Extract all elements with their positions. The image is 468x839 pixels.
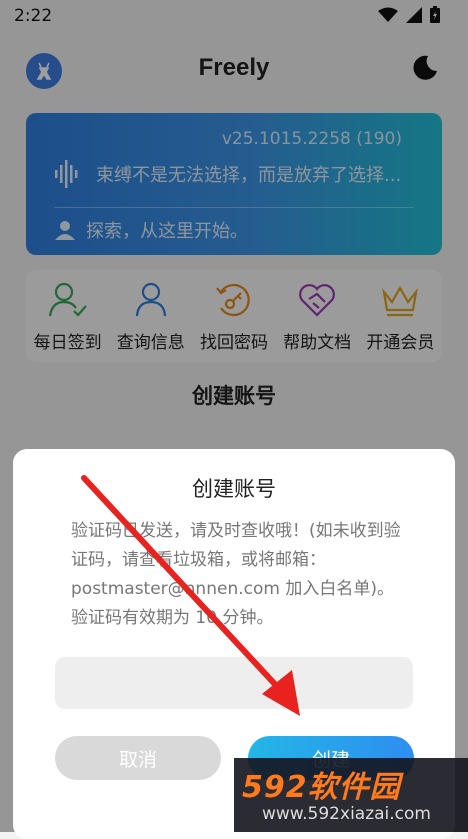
dialog-title: 创建账号 [192, 477, 276, 501]
watermark-url: www.592xiazai.com [262, 804, 431, 824]
cancel-button[interactable]: 取消 [55, 736, 221, 780]
watermark-brand: 592软件园 [242, 770, 401, 805]
dialog-message: 验证码已发送，请及时查收哦！(如未收到验证码，请查看垃圾箱，或将邮箱：postm… [71, 521, 401, 628]
verification-code-input[interactable] [55, 657, 413, 709]
watermark: 592软件园 www.592xiazai.com [234, 758, 468, 832]
